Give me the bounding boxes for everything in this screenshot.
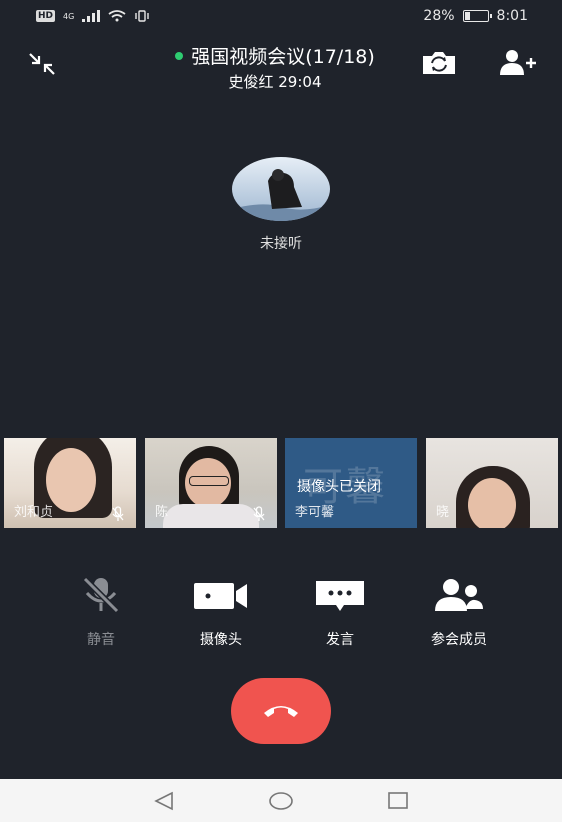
meeting-title: 强国视频会议(17/18) xyxy=(191,46,375,68)
participant-tile[interactable]: 可馨 摄像头已关闭 李可馨 xyxy=(285,438,417,528)
battery-percent: 28% xyxy=(423,8,455,24)
video-camera-icon xyxy=(194,583,247,609)
hang-up-icon xyxy=(264,706,298,717)
hd-icon: HD xyxy=(36,10,56,22)
mic-muted-icon xyxy=(112,506,124,521)
participant-strip: 刘和贞 陈 可馨 摄像头已关闭 李可馨 晓 xyxy=(4,438,562,528)
back-icon[interactable] xyxy=(152,791,176,811)
participant-tile[interactable]: 陈 xyxy=(145,438,277,528)
mic-muted-icon xyxy=(82,576,120,614)
meeting-title-row: 强国视频会议(17/18) xyxy=(140,42,410,69)
participant-name: 刘和贞 xyxy=(14,505,54,520)
hang-up-button[interactable] xyxy=(231,678,331,744)
mute-label: 静音 xyxy=(87,632,115,648)
home-icon[interactable] xyxy=(268,791,294,811)
participant-name: 陈 xyxy=(155,505,169,520)
call-status-label: 未接听 xyxy=(260,236,302,252)
mute-button[interactable]: 静音 xyxy=(46,575,156,649)
members-label: 参会成员 xyxy=(431,632,487,648)
speak-label: 发言 xyxy=(326,632,354,648)
avatar xyxy=(232,157,330,221)
wifi-icon xyxy=(108,10,126,22)
add-participant-icon[interactable] xyxy=(498,48,538,78)
mic-muted-icon xyxy=(253,506,265,521)
participant-tile[interactable]: 刘和贞 xyxy=(4,438,136,528)
members-icon xyxy=(435,579,483,611)
network-type: 4G xyxy=(63,11,75,21)
participant-name: 晓 xyxy=(436,505,450,520)
chat-bubble-icon xyxy=(316,581,364,611)
switch-camera-icon[interactable] xyxy=(420,48,458,78)
members-button[interactable]: 参会成员 xyxy=(404,575,514,649)
battery-icon xyxy=(462,10,492,22)
camera-label: 摄像头 xyxy=(200,632,242,648)
vibrate-icon xyxy=(135,10,150,22)
participant-tile[interactable]: 晓 xyxy=(426,438,558,528)
participant-name: 李可馨 xyxy=(295,505,335,520)
clock: 8:01 xyxy=(496,8,528,24)
status-bar: HD 4G 28% 8:01 xyxy=(0,0,562,32)
call-header: 强国视频会议(17/18) 史俊红 29:04 xyxy=(0,32,562,96)
signal-icon xyxy=(82,10,101,22)
recents-icon[interactable] xyxy=(386,791,410,811)
camera-off-label: 摄像头已关闭 xyxy=(297,479,381,495)
camera-button[interactable]: 摄像头 xyxy=(166,575,276,649)
call-controls: 静音 摄像头 发言 参会成员 xyxy=(0,575,562,655)
minimize-icon[interactable] xyxy=(26,50,58,78)
host-and-duration: 史俊红 29:04 xyxy=(228,73,322,91)
online-dot xyxy=(175,51,184,60)
speak-button[interactable]: 发言 xyxy=(285,575,395,649)
system-nav-bar xyxy=(0,779,562,822)
